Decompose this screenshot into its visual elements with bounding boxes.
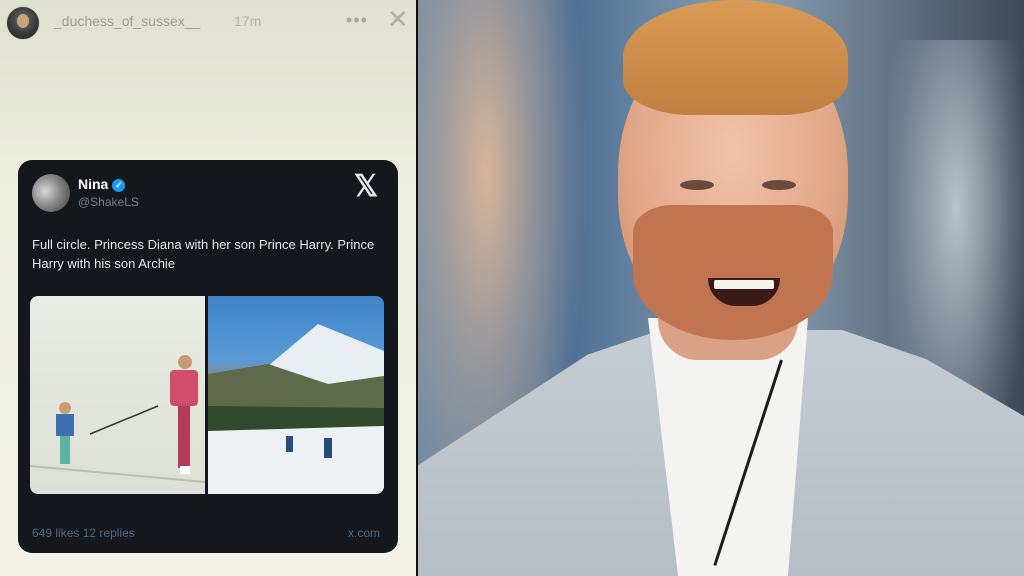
tweet-image-right[interactable]: [208, 296, 384, 494]
hair: [623, 0, 848, 115]
right-eye: [762, 180, 796, 190]
tweet-author-name-text: Nina: [78, 176, 109, 192]
tweet-image-left[interactable]: [30, 296, 206, 494]
tweet-likes[interactable]: 649 likes: [32, 526, 79, 540]
more-dots-icon[interactable]: •••: [346, 10, 368, 31]
tweet-source-link[interactable]: x.com: [348, 526, 380, 540]
tweet-author-handle[interactable]: @ShakeLS: [78, 195, 139, 209]
tweet-card[interactable]: Nina ✓ @ShakeLS 𝕏 Full circle. Princess D…: [18, 160, 398, 553]
tweet-media[interactable]: [30, 296, 384, 494]
tweet-replies[interactable]: 12 replies: [83, 526, 135, 540]
verified-badge-icon: ✓: [112, 178, 126, 192]
mountain-photo-illustration: [208, 324, 384, 494]
skiing-photo-illustration: [30, 355, 206, 483]
avatar[interactable]: [6, 6, 40, 40]
story-panel: _duchess_of_sussex__ 17m ••• ✕ Nina ✓ @Sh…: [0, 0, 416, 576]
teeth: [714, 280, 774, 289]
story-username[interactable]: _duchess_of_sussex__: [54, 13, 200, 29]
tweet-stats: 649 likes 12 replies: [32, 526, 135, 540]
tweet-author-name[interactable]: Nina ✓: [78, 176, 126, 192]
beard: [633, 205, 833, 340]
story-timestamp: 17m: [234, 13, 262, 29]
tweet-text: Full circle. Princess Diana with her son…: [32, 237, 375, 271]
x-logo-icon[interactable]: 𝕏: [351, 172, 381, 202]
story-header: _duchess_of_sussex__ 17m ••• ✕: [0, 0, 416, 44]
left-eye: [680, 180, 714, 190]
tweet-avatar[interactable]: [32, 174, 70, 212]
portrait-photo: [418, 0, 1024, 576]
close-icon[interactable]: ✕: [387, 6, 409, 32]
